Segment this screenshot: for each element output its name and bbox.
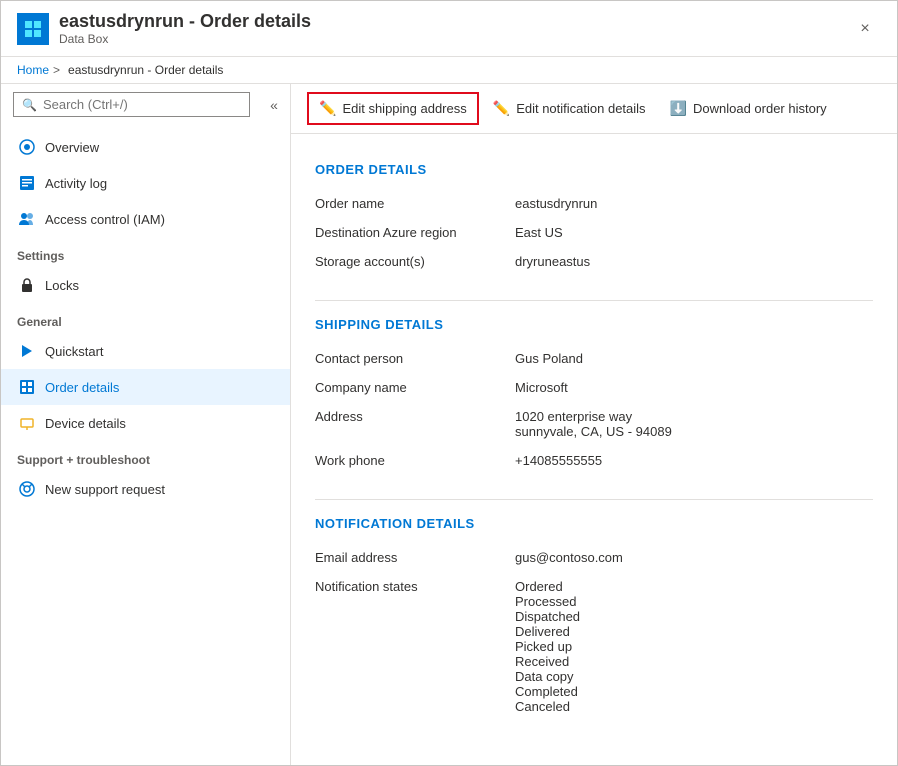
main-layout: 🔍 « Overview Activi bbox=[1, 84, 897, 765]
device-details-icon bbox=[17, 413, 37, 433]
email-address-value: gus@contoso.com bbox=[515, 543, 873, 572]
sidebar-item-new-support[interactable]: New support request bbox=[1, 471, 290, 507]
pencil-icon: ✏️ bbox=[319, 100, 336, 117]
company-name-value: Microsoft bbox=[515, 373, 873, 402]
breadcrumb-separator: > bbox=[53, 63, 60, 77]
sidebar-item-activity-log[interactable]: Activity log bbox=[1, 165, 290, 201]
email-address-label: Email address bbox=[315, 543, 515, 572]
edit-shipping-button[interactable]: ✏️ Edit shipping address bbox=[307, 92, 479, 125]
contact-person-label: Contact person bbox=[315, 344, 515, 373]
toolbar: ✏️ Edit shipping address ✏️ Edit notific… bbox=[291, 84, 897, 134]
quickstart-icon bbox=[17, 341, 37, 361]
close-button[interactable]: × bbox=[849, 13, 881, 45]
storage-accounts-label: Storage account(s) bbox=[315, 247, 515, 276]
page-title: eastusdrynrun - Order details bbox=[59, 11, 849, 32]
shipping-details-section-title: SHIPPING DETAILS bbox=[315, 317, 873, 332]
order-details-icon bbox=[17, 377, 37, 397]
title-bar: eastusdrynrun - Order details Data Box × bbox=[1, 1, 897, 57]
sidebar: 🔍 « Overview Activi bbox=[1, 84, 291, 765]
sidebar-item-locks-label: Locks bbox=[45, 278, 79, 293]
breadcrumb-home[interactable]: Home bbox=[17, 63, 49, 77]
order-details-section-title: ORDER DETAILS bbox=[315, 162, 873, 177]
divider-1 bbox=[315, 300, 873, 301]
shipping-details-grid: Contact person Gus Poland Company name M… bbox=[315, 344, 873, 475]
storage-accounts-value: dryruneastus bbox=[515, 247, 873, 276]
address-label: Address bbox=[315, 402, 515, 446]
detail-content: ORDER DETAILS Order name eastusdrynrun D… bbox=[291, 134, 897, 765]
search-icon: 🔍 bbox=[22, 98, 37, 112]
notification-states-label: Notification states bbox=[315, 572, 515, 721]
download-history-button[interactable]: ⬇️ Download order history bbox=[660, 94, 837, 123]
sidebar-item-device-details-label: Device details bbox=[45, 416, 126, 431]
order-name-label: Order name bbox=[315, 189, 515, 218]
edit-notification-button[interactable]: ✏️ Edit notification details bbox=[483, 94, 656, 123]
search-input[interactable] bbox=[43, 97, 241, 112]
destination-region-label: Destination Azure region bbox=[315, 218, 515, 247]
breadcrumb-current: eastusdrynrun - Order details bbox=[68, 63, 223, 77]
edit-notification-icon: ✏️ bbox=[493, 100, 510, 117]
sidebar-item-quickstart-label: Quickstart bbox=[45, 344, 104, 359]
app-icon bbox=[17, 13, 49, 45]
sidebar-item-overview-label: Overview bbox=[45, 140, 99, 155]
download-icon: ⬇️ bbox=[670, 100, 687, 117]
locks-icon bbox=[17, 275, 37, 295]
sidebar-item-order-details-label: Order details bbox=[45, 380, 119, 395]
divider-2 bbox=[315, 499, 873, 500]
access-control-icon bbox=[17, 209, 37, 229]
sidebar-nav: Overview Activity log Access control (IA… bbox=[1, 125, 290, 765]
work-phone-label: Work phone bbox=[315, 446, 515, 475]
support-section-header: Support + troubleshoot bbox=[1, 441, 290, 471]
sidebar-item-access-control-label: Access control (IAM) bbox=[45, 212, 165, 227]
work-phone-value: +14085555555 bbox=[515, 446, 873, 475]
collapse-button[interactable]: « bbox=[262, 93, 286, 117]
search-box[interactable]: 🔍 bbox=[13, 92, 250, 117]
notification-details-section-title: NOTIFICATION DETAILS bbox=[315, 516, 873, 531]
address-value: 1020 enterprise way sunnyvale, CA, US - … bbox=[515, 402, 873, 446]
sidebar-item-locks[interactable]: Locks bbox=[1, 267, 290, 303]
sidebar-item-order-details[interactable]: Order details bbox=[1, 369, 290, 405]
sidebar-item-device-details[interactable]: Device details bbox=[1, 405, 290, 441]
settings-section-header: Settings bbox=[1, 237, 290, 267]
sidebar-item-activity-log-label: Activity log bbox=[45, 176, 107, 191]
contact-person-value: Gus Poland bbox=[515, 344, 873, 373]
support-icon bbox=[17, 479, 37, 499]
order-details-grid: Order name eastusdrynrun Destination Azu… bbox=[315, 189, 873, 276]
general-section-header: General bbox=[1, 303, 290, 333]
sidebar-item-overview[interactable]: Overview bbox=[1, 129, 290, 165]
title-bar-text: eastusdrynrun - Order details Data Box bbox=[59, 11, 849, 46]
content-area: ✏️ Edit shipping address ✏️ Edit notific… bbox=[291, 84, 897, 765]
main-window: eastusdrynrun - Order details Data Box ×… bbox=[0, 0, 898, 766]
activity-log-icon bbox=[17, 173, 37, 193]
order-name-value: eastusdrynrun bbox=[515, 189, 873, 218]
notification-details-grid: Email address gus@contoso.com Notificati… bbox=[315, 543, 873, 721]
company-name-label: Company name bbox=[315, 373, 515, 402]
breadcrumb: Home > eastusdrynrun - Order details bbox=[1, 57, 897, 84]
overview-icon bbox=[17, 137, 37, 157]
sidebar-item-access-control[interactable]: Access control (IAM) bbox=[1, 201, 290, 237]
notification-states-value: Ordered Processed Dispatched Delivered P… bbox=[515, 572, 873, 721]
sidebar-item-new-support-label: New support request bbox=[45, 482, 165, 497]
sidebar-item-quickstart[interactable]: Quickstart bbox=[1, 333, 290, 369]
page-subtitle: Data Box bbox=[59, 32, 849, 46]
destination-region-value: East US bbox=[515, 218, 873, 247]
